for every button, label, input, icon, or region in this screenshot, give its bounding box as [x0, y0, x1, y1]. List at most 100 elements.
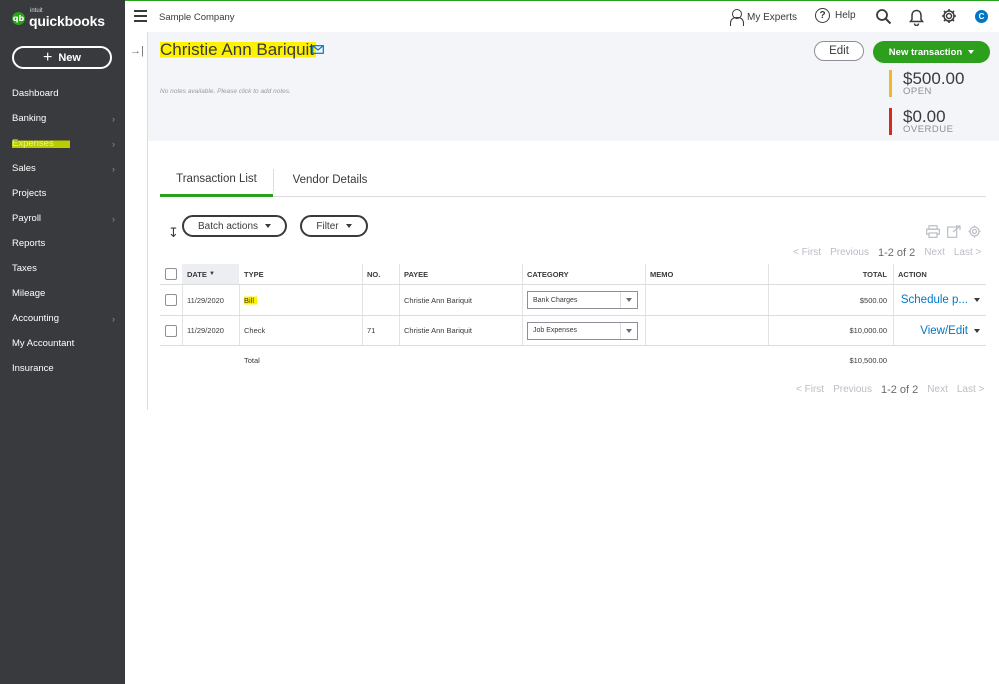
- mail-icon[interactable]: [312, 45, 324, 54]
- cell-type: Check: [244, 326, 266, 335]
- column-header-memo[interactable]: MEMO: [645, 264, 768, 284]
- row-checkbox[interactable]: [165, 294, 177, 306]
- sidebar-item-mileage[interactable]: Mileage: [0, 281, 125, 306]
- top-bar: Sample Company My Experts ? Help C: [125, 0, 999, 32]
- my-experts-button[interactable]: My Experts: [730, 9, 797, 26]
- new-transaction-button[interactable]: New transaction: [873, 41, 990, 63]
- cell-payee: Christie Ann Bariquit: [404, 326, 472, 335]
- column-header-date-label: DATE: [187, 269, 207, 279]
- sidebar-item-label: Mileage: [12, 288, 46, 299]
- cell-type: Bill: [244, 295, 258, 305]
- pager-first[interactable]: < First: [793, 247, 821, 259]
- sidebar-item-label: Expenses: [12, 138, 70, 149]
- sidebar-item-label: My Accountant: [12, 338, 75, 349]
- sidebar-item-accounting[interactable]: Accounting ›: [0, 306, 125, 331]
- collapse-panel-icon[interactable]: →|: [130, 45, 144, 57]
- edit-button[interactable]: Edit: [814, 41, 864, 61]
- cell-memo: [645, 316, 768, 345]
- cell-date: 11/29/2020: [187, 295, 224, 305]
- hamburger-menu-icon[interactable]: [134, 10, 147, 25]
- batch-actions-button[interactable]: Batch actions: [182, 215, 287, 237]
- sidebar-item-label: Reports: [12, 238, 46, 249]
- sidebar-item-label: Banking: [12, 113, 47, 124]
- pager-last[interactable]: Last >: [957, 384, 985, 396]
- sidebar-item-insurance[interactable]: Insurance: [0, 356, 125, 381]
- sidebar-item-payroll[interactable]: Payroll ›: [0, 206, 125, 231]
- select-all-checkbox[interactable]: [165, 268, 177, 280]
- avatar[interactable]: C: [975, 10, 988, 23]
- table-row[interactable]: 11/29/2020 Bill Christie Ann Bariquit Ba…: [160, 285, 986, 316]
- total-label: Total: [244, 355, 260, 365]
- overdue-amount: $0.00: [903, 107, 946, 126]
- cell-payee: Christie Ann Bariquit: [404, 295, 472, 305]
- filter-button[interactable]: Filter: [300, 215, 368, 237]
- column-header-total[interactable]: TOTAL: [768, 264, 893, 284]
- view-edit-link[interactable]: View/Edit: [920, 325, 968, 337]
- sidebar-item-dashboard[interactable]: Dashboard: [0, 81, 125, 106]
- chevron-down-icon[interactable]: [974, 328, 980, 333]
- chevron-down-icon[interactable]: [974, 298, 980, 302]
- search-icon[interactable]: [875, 8, 892, 25]
- sidebar-item-expenses[interactable]: Expenses ›: [0, 131, 125, 156]
- schedule-payment-link[interactable]: Schedule p...: [901, 294, 968, 306]
- notes-placeholder[interactable]: No notes available. Please click to add …: [160, 88, 291, 95]
- tabs: Transaction List Vendor Details: [160, 163, 986, 197]
- overdue-label: OVERDUE: [903, 124, 954, 135]
- filter-label: Filter: [316, 220, 339, 232]
- table-settings-icon[interactable]: [968, 225, 981, 238]
- pager-last[interactable]: Last >: [954, 247, 982, 259]
- category-select[interactable]: Bank Charges: [527, 291, 638, 309]
- main-content: →| Christie Ann Bariquit No notes availa…: [125, 32, 999, 684]
- help-button[interactable]: ? Help: [815, 8, 856, 23]
- open-amount: $500.00: [903, 69, 965, 88]
- export-icon[interactable]: [947, 225, 961, 238]
- row-checkbox[interactable]: [165, 324, 177, 337]
- column-header-no[interactable]: NO.: [362, 264, 399, 284]
- person-icon: [730, 9, 744, 26]
- bell-icon[interactable]: [909, 9, 924, 26]
- chevron-down-icon: [345, 224, 352, 228]
- category-select[interactable]: Job Expenses: [527, 321, 638, 340]
- logo-quickbooks-text: quickbooks: [29, 13, 105, 29]
- sort-icon[interactable]: ↧: [168, 225, 179, 241]
- sidebar-item-label: Dashboard: [12, 88, 59, 99]
- pager-next[interactable]: Next: [927, 384, 948, 396]
- column-header-type[interactable]: TYPE: [239, 264, 362, 284]
- cell-memo: [645, 285, 768, 315]
- cell-total: $500.00: [859, 295, 887, 305]
- chevron-down-icon: [620, 322, 637, 339]
- pager-next[interactable]: Next: [924, 247, 945, 259]
- tab-vendor-details[interactable]: Vendor Details: [274, 163, 386, 197]
- sidebar-item-reports[interactable]: Reports: [0, 231, 125, 256]
- pager-top: < First Previous 1-2 of 2 Next Last >: [793, 247, 981, 259]
- new-button[interactable]: + New: [12, 46, 112, 69]
- tab-transaction-list[interactable]: Transaction List: [160, 163, 273, 197]
- cell-date: 11/29/2020: [187, 326, 224, 335]
- column-header-date[interactable]: DATE ▼: [182, 264, 239, 284]
- sidebar-item-label: Taxes: [12, 263, 37, 274]
- sidebar-item-projects[interactable]: Projects: [0, 181, 125, 206]
- sidebar-item-my-accountant[interactable]: My Accountant: [0, 331, 125, 356]
- table-row[interactable]: 11/29/2020 Check 71 Christie Ann Bariqui…: [160, 316, 986, 346]
- sidebar-item-sales[interactable]: Sales ›: [0, 156, 125, 181]
- column-header-action: ACTION: [898, 269, 927, 279]
- quickbooks-logo[interactable]: qb intuit quickbooks: [12, 8, 105, 28]
- batch-actions-label: Batch actions: [197, 220, 259, 232]
- print-icon[interactable]: [926, 225, 940, 238]
- sidebar-item-label: Accounting: [12, 313, 60, 324]
- help-icon: ?: [815, 8, 830, 23]
- sidebar-item-taxes[interactable]: Taxes: [0, 256, 125, 281]
- pager-first[interactable]: < First: [796, 384, 824, 396]
- pager-previous[interactable]: Previous: [830, 247, 869, 259]
- cell-total: $10,000.00: [849, 326, 887, 335]
- column-header-payee[interactable]: PAYEE: [399, 264, 522, 284]
- pager-previous[interactable]: Previous: [833, 384, 872, 396]
- gear-icon[interactable]: [941, 8, 957, 24]
- sidebar-item-banking[interactable]: Banking ›: [0, 106, 125, 131]
- category-select-value: Job Expenses: [533, 327, 577, 334]
- open-label: OPEN: [903, 86, 932, 97]
- column-header-category[interactable]: CATEGORY: [522, 264, 645, 284]
- sidebar-nav: Dashboard Banking › Expenses › Sales › Projects…: [0, 81, 125, 381]
- pager-count: 1-2 of 2: [880, 384, 919, 396]
- sidebar-item-label: Projects: [12, 188, 47, 199]
